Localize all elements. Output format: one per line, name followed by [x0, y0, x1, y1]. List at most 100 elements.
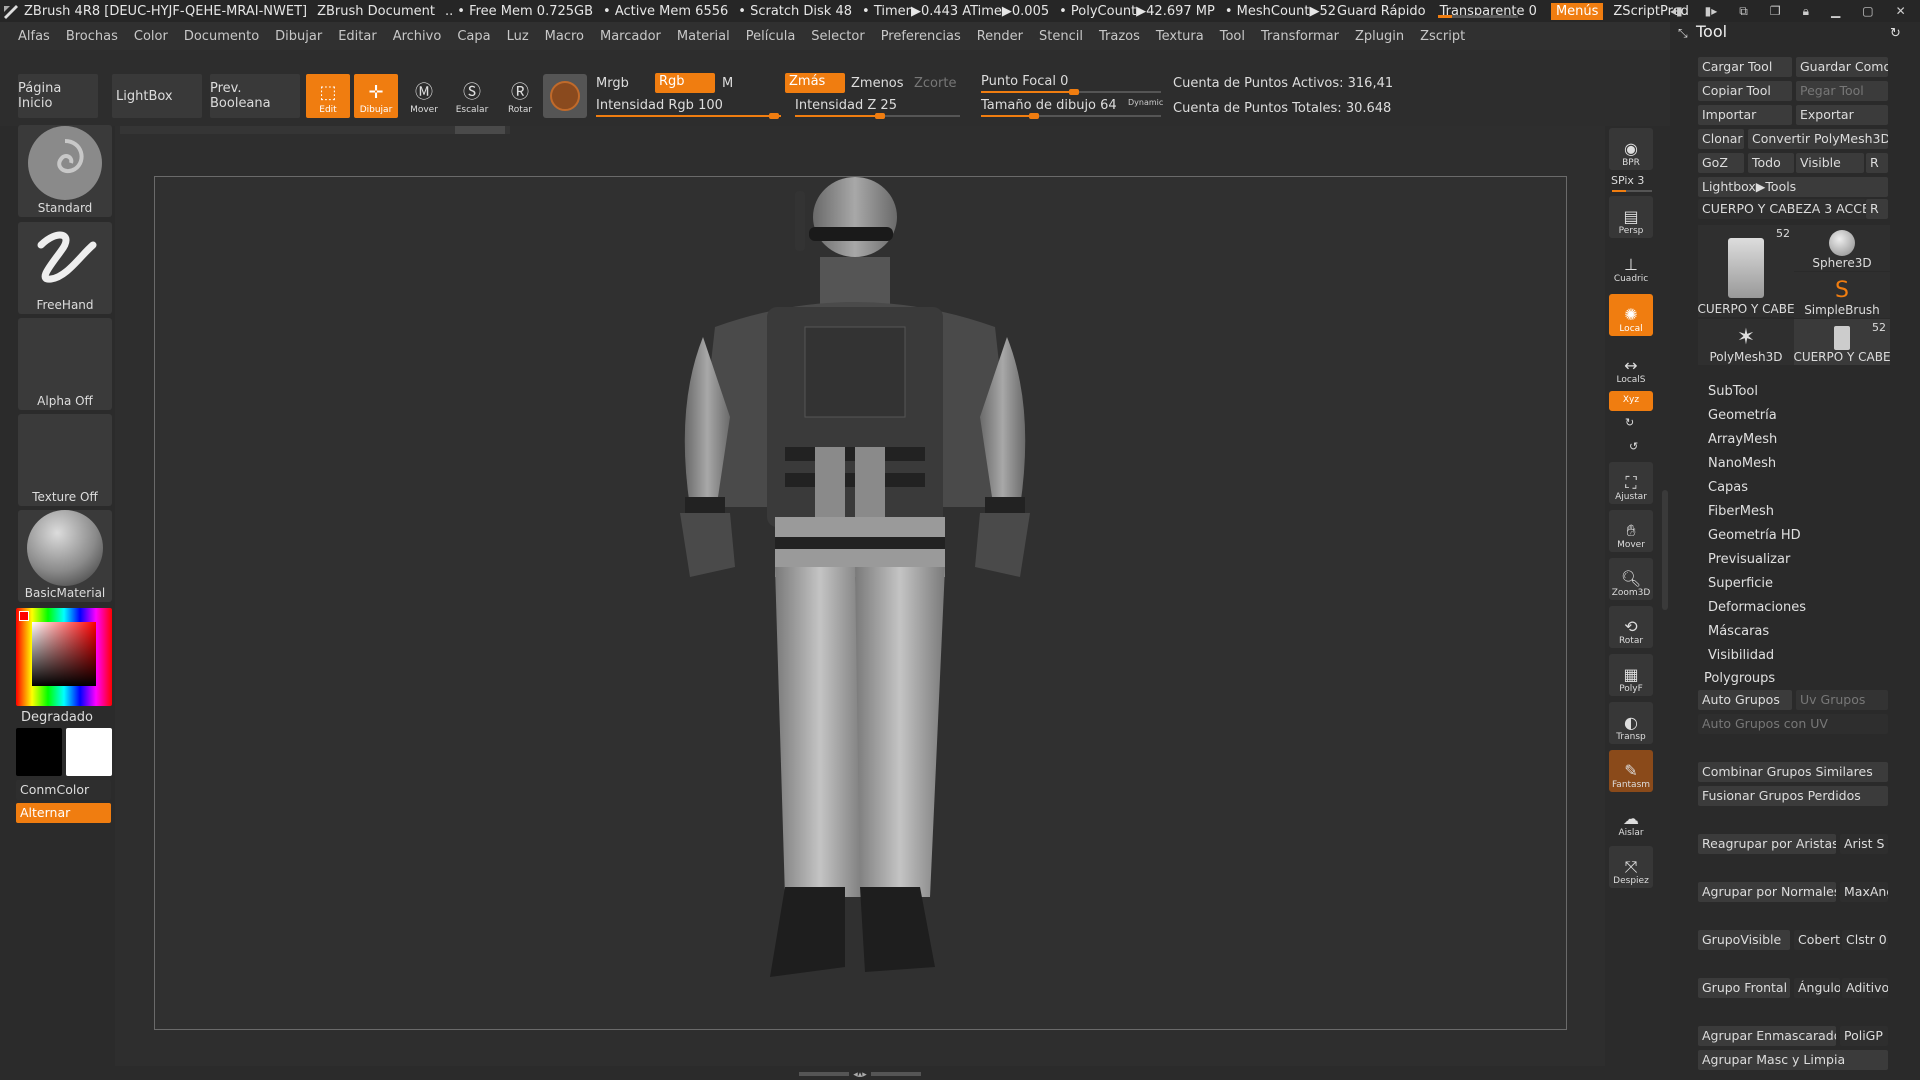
tool-thumb-polymesh3d[interactable]: ✶ PolyMesh3D: [1698, 319, 1794, 365]
menu-luz[interactable]: Luz: [507, 29, 529, 44]
menu-transformar[interactable]: Transformar: [1261, 29, 1339, 44]
spix-track[interactable]: [1612, 190, 1652, 192]
dynamic-toggle[interactable]: Dynamic: [1128, 98, 1163, 107]
zsub-toggle[interactable]: Zmenos: [851, 76, 904, 91]
uv-groups-button[interactable]: Uv Grupos: [1796, 690, 1888, 710]
alpha-selector[interactable]: Alpha Off: [18, 318, 112, 410]
close-icon[interactable]: ✕: [1896, 4, 1906, 18]
polygp-slider[interactable]: PoliGP: [1840, 1026, 1888, 1046]
shelf-scrollbar-thumb[interactable]: [455, 126, 505, 134]
document-canvas[interactable]: [154, 176, 1567, 1030]
maximize-icon[interactable]: ▢: [1862, 4, 1873, 18]
menu-textura[interactable]: Textura: [1156, 29, 1204, 44]
floor-grid-button[interactable]: ⊥ Cuadric: [1609, 244, 1653, 286]
group-by-normals-button[interactable]: Agrupar por Normales: [1698, 882, 1836, 902]
rgb-toggle[interactable]: Rgb: [655, 73, 715, 93]
auto-groups-button[interactable]: Auto Grupos: [1698, 690, 1792, 710]
windows-icon[interactable]: ❐: [1770, 4, 1781, 18]
tool-thumb-sphere3d[interactable]: Sphere3D: [1794, 225, 1890, 271]
additive-toggle[interactable]: Aditivo: [1842, 978, 1888, 998]
color-picker[interactable]: [16, 608, 112, 706]
menu-selector[interactable]: Selector: [811, 29, 864, 44]
menu-archivo[interactable]: Archivo: [393, 29, 442, 44]
angle-slider[interactable]: Ángulo: [1794, 978, 1840, 998]
auto-groups-uv-button[interactable]: Auto Grupos con UV: [1698, 714, 1888, 734]
explode-button[interactable]: ⤧ Despiez: [1609, 846, 1653, 888]
zoom3d-button[interactable]: 🔍︎ Zoom3D: [1609, 558, 1653, 600]
visible-button[interactable]: Visible: [1796, 153, 1864, 173]
polyframe-button[interactable]: ▦ PolyF: [1609, 654, 1653, 696]
tool-thumb-cuerpo-2[interactable]: 52 CUERPO Y CABE: [1794, 319, 1890, 365]
menu-render[interactable]: Render: [977, 29, 1023, 44]
merge-similar-button[interactable]: Combinar Grupos Similares: [1698, 762, 1888, 782]
all-button[interactable]: Todo: [1748, 153, 1794, 173]
texture-selector[interactable]: Texture Off: [18, 414, 112, 506]
material-selector[interactable]: BasicMaterial: [18, 510, 112, 602]
local-symmetry-button[interactable]: ↔ LocalS: [1609, 345, 1653, 387]
tool-thumb-simplebrush[interactable]: S SimpleBrush: [1794, 272, 1890, 318]
transparency-slider[interactable]: Transparente 0: [1436, 4, 1541, 19]
menu-capa[interactable]: Capa: [457, 29, 490, 44]
gradient-toggle[interactable]: Degradado: [21, 710, 93, 725]
rotate-view-button[interactable]: ⟲ Rotar: [1609, 606, 1653, 648]
conmcolor-button[interactable]: ConmColor: [16, 780, 111, 800]
perspective-button[interactable]: ▤ Persp: [1609, 196, 1653, 238]
bpr-button[interactable]: ◉ BPR: [1609, 128, 1653, 170]
maxang-slider[interactable]: MaxAng: [1840, 882, 1888, 902]
rgb-intensity-track[interactable]: [596, 113, 781, 119]
load-tool-button[interactable]: Cargar Tool: [1698, 57, 1792, 77]
frame-button[interactable]: ⛶ Ajustar: [1609, 462, 1653, 504]
coverage-slider[interactable]: Cobert: [1794, 930, 1840, 950]
move-button[interactable]: Ⓜ Mover: [402, 74, 446, 118]
pan-button[interactable]: ✋︎ Mover: [1609, 510, 1653, 552]
layout-icon[interactable]: ◂▮: [1670, 4, 1683, 18]
material-swatch-button[interactable]: [543, 74, 587, 118]
menu-zplugin[interactable]: Zplugin: [1355, 29, 1404, 44]
xyz-button[interactable]: Xyz: [1609, 391, 1653, 411]
spix-slider[interactable]: SPix 3: [1611, 174, 1644, 187]
section-previsualizar[interactable]: Previsualizar: [1708, 552, 1790, 567]
panel-refresh-icon[interactable]: ↻: [1890, 26, 1901, 41]
export-button[interactable]: Exportar: [1796, 105, 1888, 125]
section-nanomesh[interactable]: NanoMesh: [1708, 456, 1776, 471]
menu-brochas[interactable]: Brochas: [66, 29, 118, 44]
menu-dibujar[interactable]: Dibujar: [275, 29, 322, 44]
section-geometria[interactable]: Geometría: [1708, 408, 1777, 423]
z-intensity-track[interactable]: [795, 113, 960, 119]
menu-tool[interactable]: Tool: [1220, 29, 1245, 44]
section-fibermesh[interactable]: FiberMesh: [1708, 504, 1774, 519]
current-tool-name[interactable]: CUERPO Y CABEZA 3 ACCESO: [1698, 199, 1866, 219]
focal-shift-slider[interactable]: Punto Focal 0: [981, 74, 1068, 89]
menu-alfas[interactable]: Alfas: [18, 29, 50, 44]
menu-pelicula[interactable]: Película: [746, 29, 796, 44]
zcut-toggle[interactable]: Zcorte: [914, 76, 956, 91]
stroke-selector[interactable]: FreeHand: [18, 222, 112, 314]
section-subtool[interactable]: SubTool: [1708, 384, 1758, 399]
menu-color[interactable]: Color: [134, 29, 168, 44]
group-visible-button[interactable]: GrupoVisible: [1698, 930, 1790, 950]
transparency-button[interactable]: ◐ Transp: [1609, 702, 1653, 744]
draw-size-track[interactable]: [981, 113, 1161, 119]
menu-trazos[interactable]: Trazos: [1099, 29, 1140, 44]
primary-color-swatch[interactable]: [16, 728, 62, 776]
section-mascaras[interactable]: Máscaras: [1708, 624, 1769, 639]
section-arraymesh[interactable]: ArrayMesh: [1708, 432, 1777, 447]
menu-macro[interactable]: Macro: [545, 29, 584, 44]
draw-size-slider[interactable]: Tamaño de dibujo 64: [981, 98, 1117, 113]
menu-stencil[interactable]: Stencil: [1039, 29, 1083, 44]
section-capas[interactable]: Capas: [1708, 480, 1748, 495]
menu-marcador[interactable]: Marcador: [600, 29, 661, 44]
boolean-preview-button[interactable]: Prev. Booleana: [210, 74, 300, 118]
save-as-button[interactable]: Guardar Como: [1796, 57, 1888, 77]
solo-button[interactable]: ☁ Aislar: [1609, 798, 1653, 840]
mrgb-toggle[interactable]: Mrgb: [596, 76, 629, 91]
shelf-scrollbar[interactable]: [120, 126, 510, 134]
lock-icon[interactable]: 🔒︎: [1803, 4, 1809, 19]
menu-preferencias[interactable]: Preferencias: [881, 29, 961, 44]
section-deformaciones[interactable]: Deformaciones: [1708, 600, 1806, 615]
bottom-tray-toggle[interactable]: ◂▴▸: [795, 1070, 925, 1080]
quick-save-button[interactable]: Guard Rápido: [1337, 4, 1426, 19]
group-masked-clear-button[interactable]: Agrupar Masc y Limpia: [1698, 1050, 1888, 1070]
z-intensity-slider[interactable]: Intensidad Z 25: [795, 98, 897, 113]
menu-zscript[interactable]: Zscript: [1420, 29, 1465, 44]
